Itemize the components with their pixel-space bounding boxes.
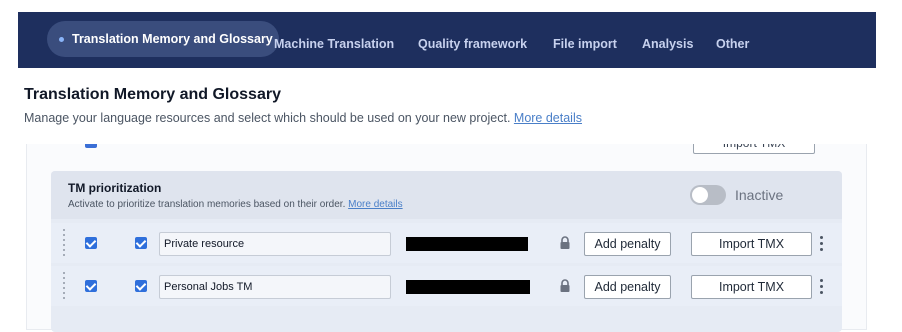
tm-prioritization-section: TM prioritization Activate to prioritize…: [51, 171, 842, 332]
more-details-link[interactable]: More details: [514, 111, 582, 125]
tm-prioritization-description-text: Activate to prioritize translation memor…: [68, 199, 346, 210]
tab-file-import[interactable]: File import: [553, 37, 617, 51]
tab-label: Translation Memory and Glossary: [72, 32, 273, 46]
import-tmx-button[interactable]: Import TMX: [691, 232, 812, 256]
add-penalty-button[interactable]: Add penalty: [584, 232, 671, 256]
page-description-text: Manage your language resources and selec…: [24, 111, 511, 125]
tab-analysis[interactable]: Analysis: [642, 37, 693, 51]
import-tmx-button[interactable]: Import TMX: [691, 275, 812, 299]
tm-name-field[interactable]: Private resource: [159, 232, 391, 256]
lock-icon: [560, 279, 570, 292]
tab-translation-memory-and-glossary[interactable]: Translation Memory and Glossary: [47, 21, 279, 57]
redacted-value: [406, 280, 530, 294]
redacted-value: [406, 237, 528, 251]
checkbox[interactable]: [85, 144, 97, 148]
tm-row: Private resource Add penalty Import TMX: [51, 223, 842, 263]
tm-prioritization-title: TM prioritization: [68, 181, 162, 195]
active-dot-icon: [59, 36, 64, 42]
tab-machine-translation[interactable]: Machine Translation: [274, 37, 394, 51]
tm-read-checkbox[interactable]: [85, 237, 97, 249]
add-penalty-button[interactable]: Add penalty: [584, 275, 671, 299]
kebab-menu-icon[interactable]: [819, 236, 825, 252]
tm-prioritization-header: TM prioritization Activate to prioritize…: [51, 171, 842, 219]
top-navigation: Translation Memory and Glossary Machine …: [18, 12, 876, 68]
import-tmx-button[interactable]: Import TMX: [693, 144, 815, 154]
tm-panel: Import TMX TM prioritization Activate to…: [26, 144, 868, 332]
tm-write-checkbox[interactable]: [135, 237, 147, 249]
tm-read-checkbox[interactable]: [85, 280, 97, 292]
cut-off-row: Import TMX: [27, 144, 868, 156]
drag-handle-icon[interactable]: [63, 229, 67, 257]
tm-prioritization-more-details-link[interactable]: More details: [348, 199, 402, 210]
drag-handle-icon[interactable]: [63, 272, 67, 300]
tm-row: Personal Jobs TM Add penalty Import TMX: [51, 266, 842, 306]
tm-name-field[interactable]: Personal Jobs TM: [159, 275, 391, 299]
tab-quality-framework[interactable]: Quality framework: [418, 37, 527, 51]
toggle-status-label: Inactive: [735, 187, 784, 203]
kebab-menu-icon[interactable]: [819, 279, 825, 295]
tm-prioritization-description: Activate to prioritize translation memor…: [68, 199, 403, 210]
tab-other[interactable]: Other: [716, 37, 749, 51]
prioritization-toggle[interactable]: [690, 185, 726, 205]
lock-icon: [560, 236, 570, 249]
page-title: Translation Memory and Glossary: [24, 86, 281, 103]
tm-write-checkbox[interactable]: [135, 280, 147, 292]
toggle-knob: [692, 187, 708, 203]
page-description: Manage your language resources and selec…: [24, 111, 582, 125]
